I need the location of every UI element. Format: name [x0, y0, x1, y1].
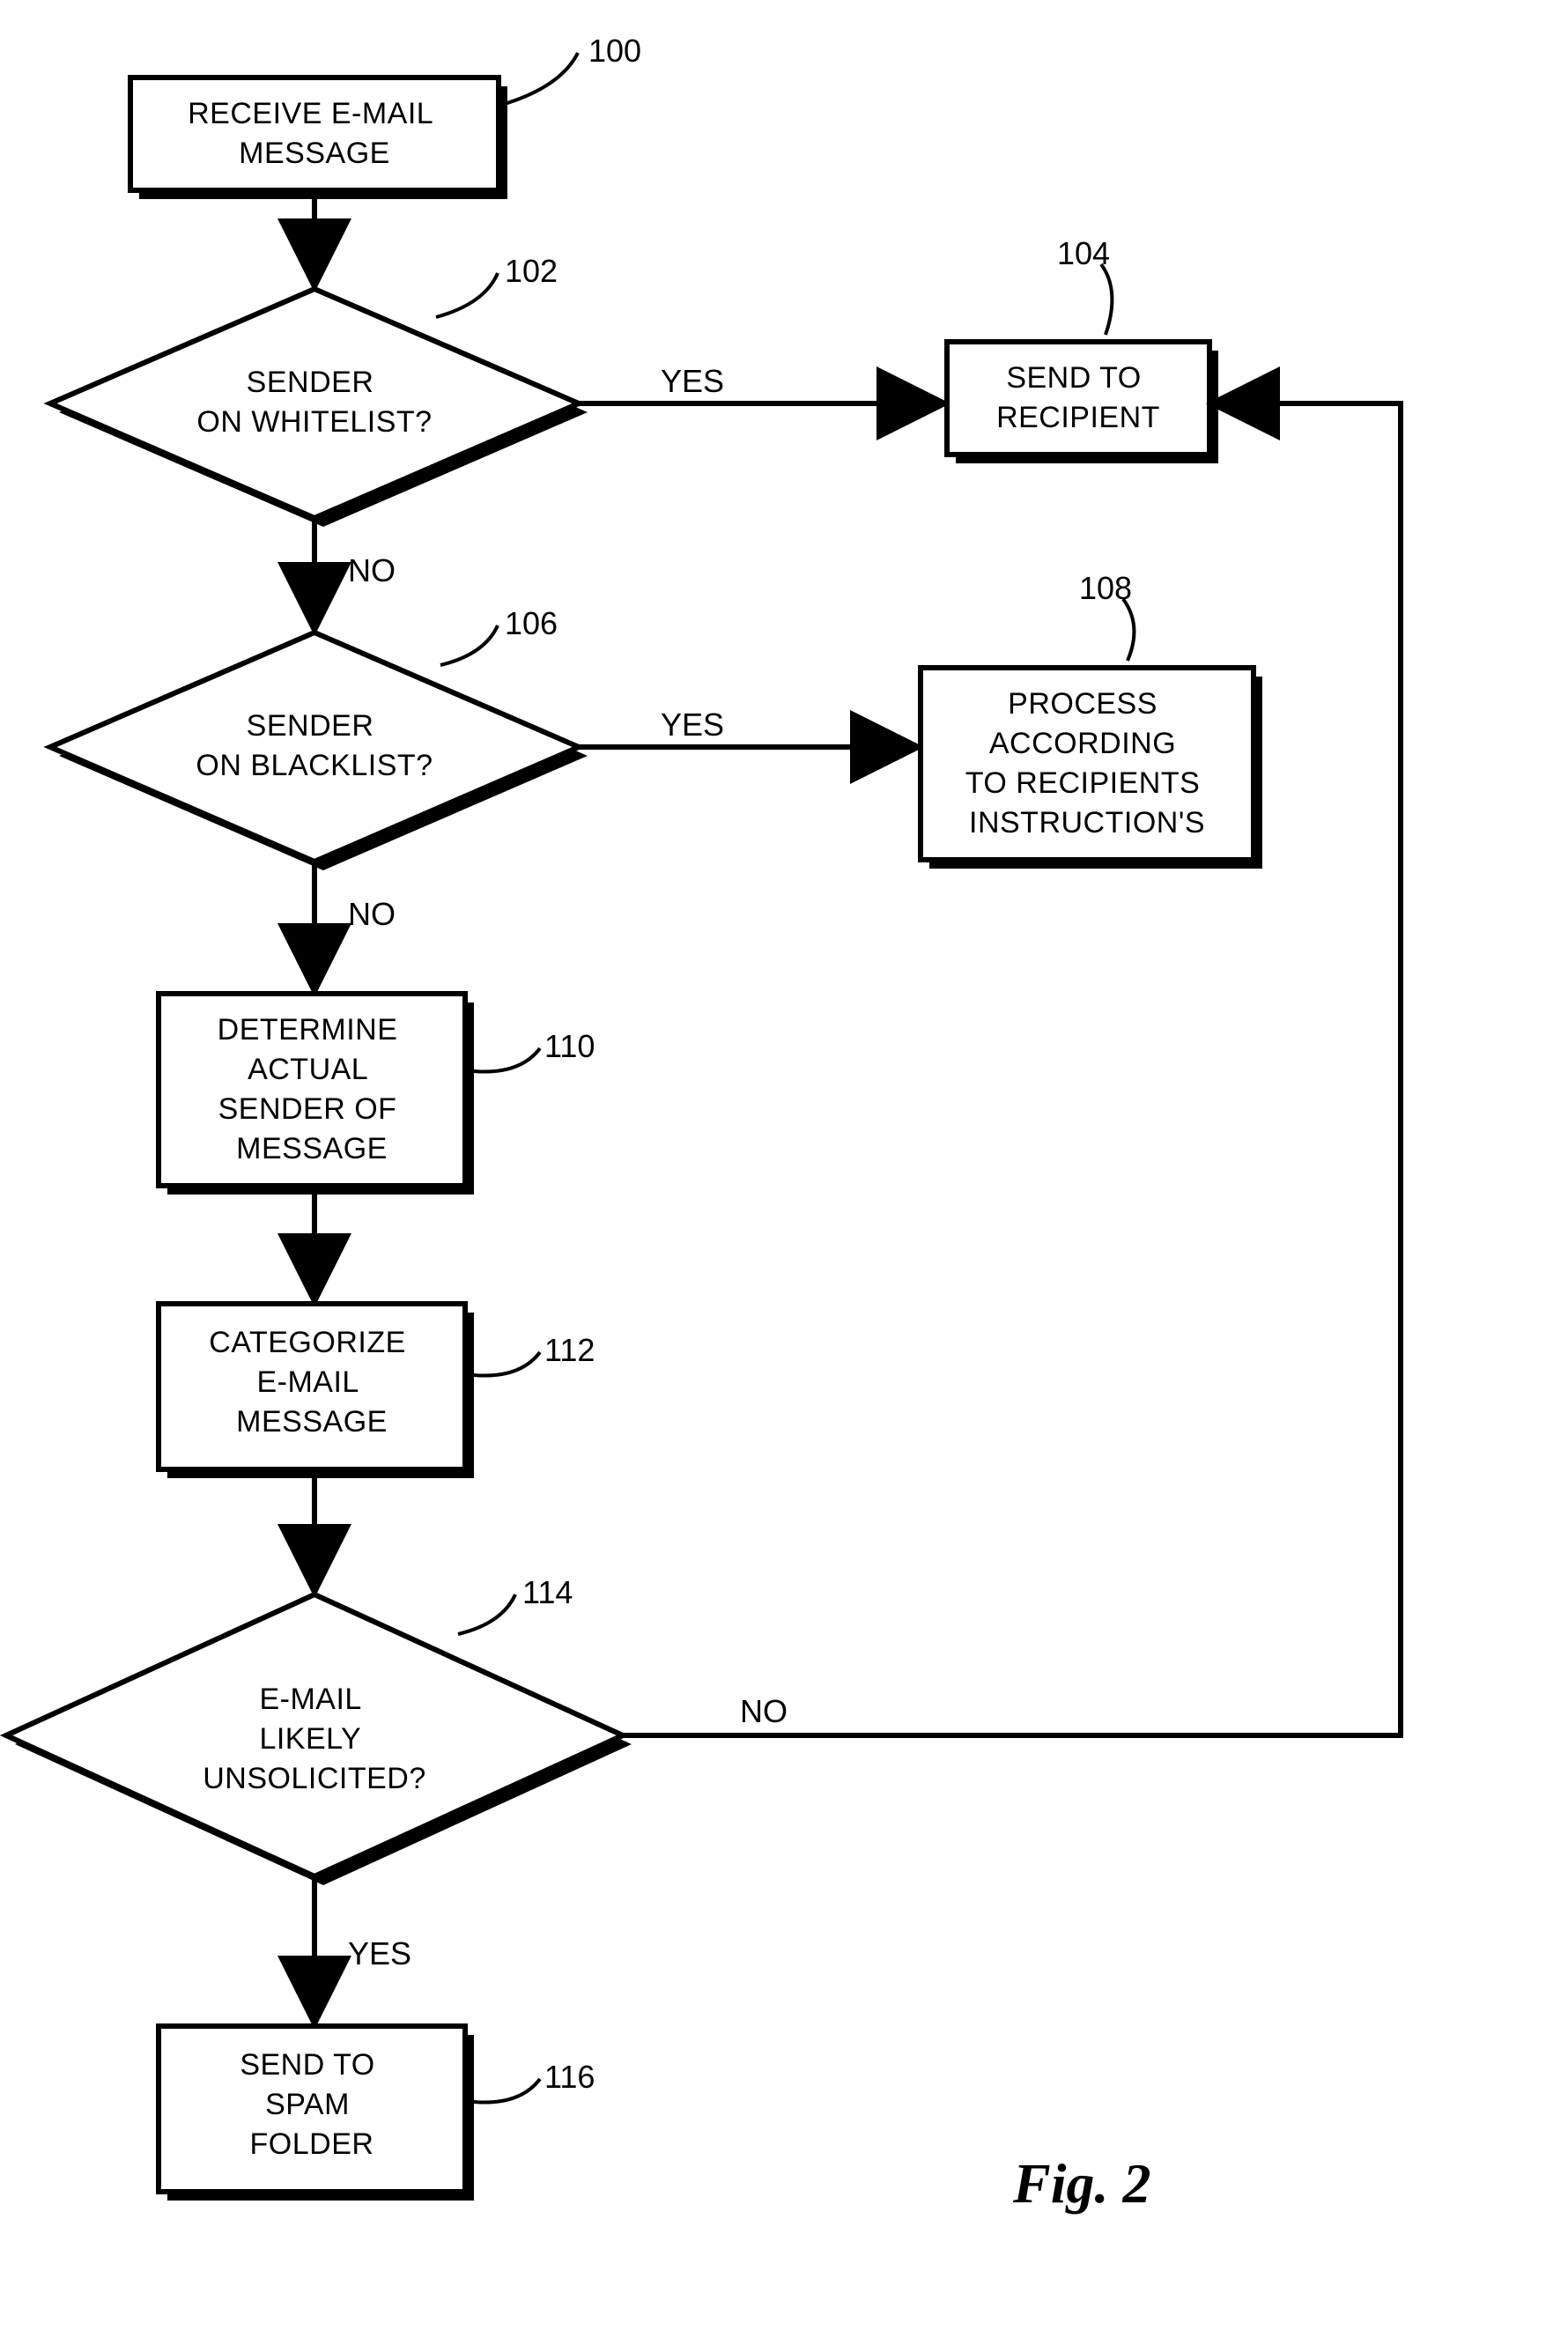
- figure-caption: Fig. 2: [1012, 2152, 1150, 2215]
- node-108-process-instructions: PROCESS ACCORDING TO RECIPIENTS INSTRUCT…: [921, 570, 1262, 869]
- node-114-ref: 114: [522, 1574, 573, 1610]
- node-112-ref: 112: [544, 1332, 595, 1368]
- node-114-line2: LIKELY: [259, 1722, 360, 1756]
- node-116-line3: FOLDER: [250, 2127, 374, 2161]
- edge-102-106-label: NO: [348, 552, 396, 588]
- node-108-line1: PROCESS: [1008, 687, 1158, 721]
- node-102-sender-whitelist: SENDER ON WHITELIST? 102: [50, 253, 588, 527]
- node-108-line4: INSTRUCTION'S: [969, 806, 1205, 840]
- node-104-send-to-recipient: SEND TO RECIPIENT 104: [947, 235, 1218, 463]
- node-114-likely-unsolicited: E-MAIL LIKELY UNSOLICITED? 114: [6, 1574, 632, 1885]
- edge-106-110-label: NO: [348, 896, 396, 932]
- node-112-line3: MESSAGE: [236, 1405, 388, 1439]
- node-100-receive-email: RECEIVE E-MAIL MESSAGE 100: [130, 33, 641, 199]
- edge-106-108: YES: [579, 706, 912, 747]
- node-116-line2: SPAM: [265, 2088, 350, 2121]
- node-106-ref: 106: [505, 605, 558, 641]
- node-110-line3: SENDER OF: [218, 1092, 397, 1126]
- edge-106-108-label: YES: [661, 706, 724, 743]
- node-106-sender-blacklist: SENDER ON BLACKLIST? 106: [50, 605, 588, 870]
- node-116-ref: 116: [544, 2059, 595, 2095]
- node-108-line2: ACCORDING: [989, 727, 1176, 760]
- edge-106-110: NO: [314, 862, 396, 985]
- node-106-line1: SENDER: [247, 709, 374, 743]
- node-110-line2: ACTUAL: [248, 1053, 367, 1086]
- node-100-line1: RECEIVE E-MAIL: [188, 97, 433, 130]
- node-104-line2: RECIPIENT: [996, 401, 1160, 434]
- edge-102-106: NO: [314, 518, 396, 624]
- node-104-line1: SEND TO: [1006, 361, 1141, 395]
- edge-114-116: YES: [314, 1876, 411, 2017]
- node-114-line3: UNSOLICITED?: [203, 1762, 426, 1795]
- node-116-line1: SEND TO: [240, 2048, 374, 2082]
- node-100-ref: 100: [588, 33, 641, 69]
- edge-114-116-label: YES: [348, 1935, 411, 1971]
- node-110-line1: DETERMINE: [218, 1013, 398, 1047]
- node-112-line2: E-MAIL: [256, 1365, 358, 1399]
- node-112-line1: CATEGORIZE: [209, 1326, 406, 1359]
- node-100-line2: MESSAGE: [239, 137, 390, 170]
- node-102-ref: 102: [505, 253, 558, 289]
- edge-102-104: YES: [579, 363, 938, 403]
- edge-114-no-loop: NO: [623, 403, 1401, 1735]
- node-104-ref: 104: [1057, 235, 1110, 271]
- node-102-line1: SENDER: [247, 366, 374, 399]
- node-108-ref: 108: [1079, 570, 1132, 606]
- node-108-line3: TO RECIPIENTS: [965, 766, 1201, 800]
- node-110-determine-sender: DETERMINE ACTUAL SENDER OF MESSAGE 110: [159, 994, 595, 1195]
- edge-102-104-label: YES: [661, 363, 724, 399]
- node-114-line1: E-MAIL: [259, 1683, 360, 1716]
- node-110-ref: 110: [544, 1028, 595, 1064]
- node-106-line2: ON BLACKLIST?: [196, 749, 433, 782]
- edge-114-no-label: NO: [740, 1693, 788, 1729]
- node-110-line4: MESSAGE: [236, 1132, 388, 1165]
- node-112-categorize: CATEGORIZE E-MAIL MESSAGE 112: [159, 1304, 595, 1478]
- node-116-spam-folder: SEND TO SPAM FOLDER 116: [159, 2026, 595, 2201]
- node-102-line2: ON WHITELIST?: [196, 405, 432, 439]
